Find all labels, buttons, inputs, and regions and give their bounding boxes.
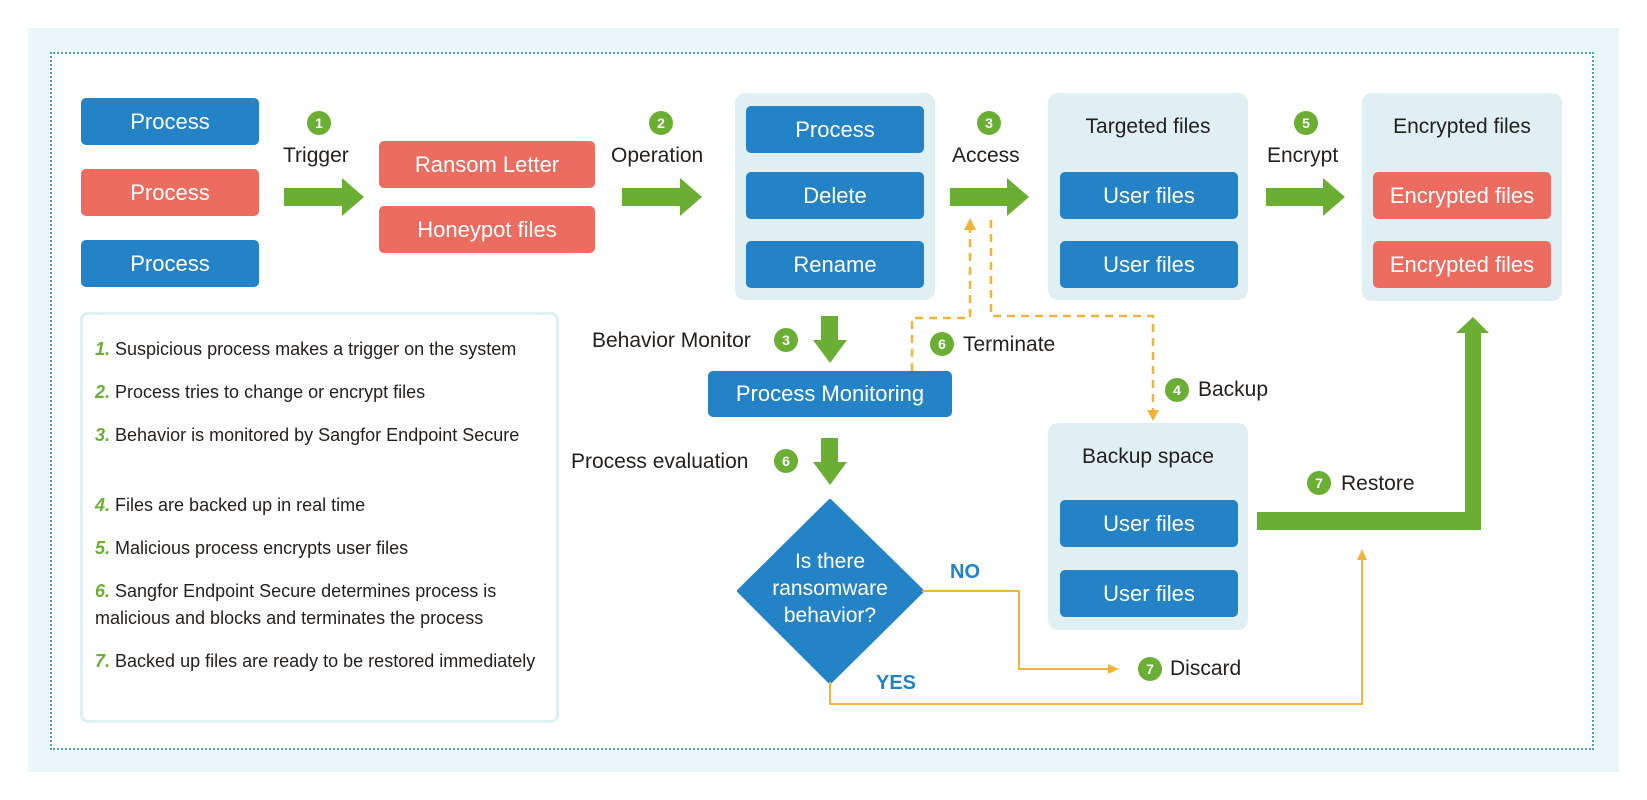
operation-rename: Rename (746, 241, 924, 288)
legend-item-5: 5. Malicious process encrypts user files (95, 538, 409, 558)
step-badge-access: 3 (977, 111, 1001, 135)
backup-user-files-1: User files (1060, 500, 1238, 547)
legend-box: 1. Suspicious process makes a trigger on… (80, 312, 559, 723)
operation-process: Process (746, 106, 924, 153)
ransom-letter-box: Ransom Letter (379, 141, 595, 188)
step-badge-discard: 7 (1138, 657, 1162, 681)
decision-line-1: Is there (794, 550, 866, 573)
encrypted-files-title: Encrypted files (1393, 115, 1531, 138)
targeted-user-files-1: User files (1060, 172, 1238, 219)
step-badge-behavior-monitor: 3 (774, 328, 798, 352)
source-process-2: Process (81, 169, 259, 216)
decision-question: Is there ransomware behavior? (760, 548, 900, 629)
source-process-1: Process (81, 98, 259, 145)
process-monitoring-box: Process Monitoring (708, 371, 952, 417)
terminate-label: Terminate (963, 333, 1056, 356)
backup-label: Backup (1198, 378, 1269, 401)
legend-item-7: 7. Backed up files are ready to be resto… (95, 651, 536, 671)
step-badge-trigger: 1 (307, 111, 331, 135)
legend-item-2: 2. Process tries to change or encrypt fi… (95, 382, 426, 402)
encrypt-label: Encrypt (1267, 144, 1339, 167)
targeted-files-title: Targeted files (1085, 115, 1211, 138)
decision-line-2: ransomware (772, 577, 888, 600)
yes-label: YES (876, 672, 917, 694)
backup-user-files-2: User files (1060, 570, 1238, 617)
restore-label: Restore (1341, 472, 1415, 495)
targeted-user-files-2: User files (1060, 241, 1238, 288)
backup-space-title: Backup space (1082, 445, 1214, 468)
encrypted-files-2: Encrypted files (1373, 241, 1551, 288)
discard-label: Discard (1170, 657, 1242, 680)
operation-delete: Delete (746, 172, 924, 219)
source-process-3: Process (81, 240, 259, 287)
step-badge-encrypt: 5 (1294, 111, 1318, 135)
honeypot-files-box: Honeypot files (379, 206, 595, 253)
process-evaluation-label: Process evaluation (571, 450, 749, 473)
step-badge-terminate: 6 (930, 332, 954, 356)
legend-item-6: 6. Sangfor Endpoint Secure determines pr… (95, 581, 497, 628)
decision-line-3: behavior? (783, 604, 877, 627)
trigger-label: Trigger (283, 144, 349, 167)
legend-item-3: 3. Behavior is monitored by Sangfor Endp… (95, 425, 520, 445)
behavior-monitor-label: Behavior Monitor (592, 329, 751, 352)
access-label: Access (952, 144, 1020, 167)
encrypted-files-1: Encrypted files (1373, 172, 1551, 219)
step-badge-backup: 4 (1165, 378, 1189, 402)
operation-label: Operation (611, 144, 704, 167)
legend-item-1: 1. Suspicious process makes a trigger on… (95, 339, 517, 359)
no-label: NO (950, 561, 980, 583)
step-badge-process-evaluation: 6 (774, 449, 798, 473)
step-badge-operation: 2 (649, 111, 673, 135)
legend-item-4: 4. Files are backed up in real time (95, 495, 366, 515)
step-badge-restore: 7 (1307, 471, 1331, 495)
